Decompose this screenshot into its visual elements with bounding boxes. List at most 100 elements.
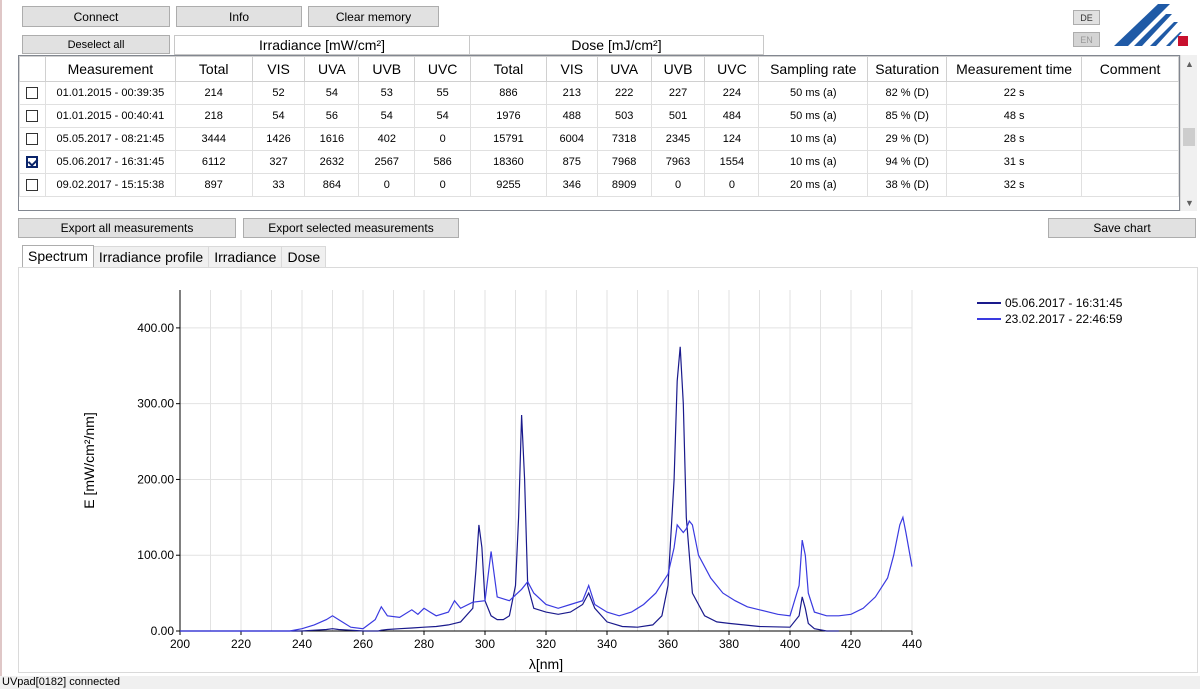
chart-tabs: Spectrum Irradiance profile Irradiance D…: [22, 245, 327, 268]
table-row[interactable]: 09.02.2017 - 15:15:38 897 33 864 0 0 9255 346 89…: [19, 173, 1179, 197]
row-checkbox[interactable]: [26, 87, 39, 100]
table-cell: 50 ms (a): [758, 104, 869, 128]
table-cell: 22 s: [946, 81, 1083, 105]
table-vertical-scrollbar[interactable]: ▲ ▼: [1180, 55, 1197, 211]
row-checkbox-cell[interactable]: [19, 150, 46, 174]
table-cell: 213: [545, 81, 598, 105]
save-chart-button[interactable]: Save chart: [1048, 218, 1196, 238]
table-cell: 7968: [596, 150, 652, 174]
table-cell: 52: [251, 81, 306, 105]
table-cell[interactable]: [1081, 81, 1179, 105]
column-header-2[interactable]: Total: [174, 56, 253, 82]
export-selected-button[interactable]: Export selected measurements: [243, 218, 459, 238]
column-header-9[interactable]: UVA: [596, 56, 652, 82]
connect-button[interactable]: Connect: [22, 6, 170, 27]
table-cell: 28 s: [946, 127, 1083, 151]
table-cell: 218: [174, 104, 253, 128]
table-cell: 94 % (D): [867, 150, 948, 174]
table-row[interactable]: 05.06.2017 - 16:31:45 6112 327 2632 2567 586 1…: [19, 150, 1179, 174]
table-cell: 586: [414, 150, 472, 174]
x-tick-label: 400: [780, 637, 800, 651]
table-cell: 01.01.2015 - 00:39:35: [44, 81, 176, 105]
table-cell: 05.05.2017 - 08:21:45: [44, 127, 176, 151]
scroll-up-icon[interactable]: ▲: [1181, 55, 1198, 72]
column-header-3[interactable]: VIS: [251, 56, 306, 82]
table-cell: 8909: [596, 173, 652, 197]
tab-irradiance[interactable]: Irradiance: [208, 246, 283, 268]
table-cell: 6004: [545, 127, 598, 151]
table-cell: 488: [545, 104, 598, 128]
table-cell: 09.02.2017 - 15:15:38: [44, 173, 176, 197]
row-checkbox-cell[interactable]: [19, 81, 46, 105]
tab-irradiance-profile[interactable]: Irradiance profile: [92, 246, 210, 268]
info-button[interactable]: Info: [176, 6, 302, 27]
table-row[interactable]: 01.01.2015 - 00:40:41 218 54 56 54 54 1976 488 5…: [19, 104, 1179, 128]
row-checkbox-cell[interactable]: [19, 104, 46, 128]
table-cell: 6112: [174, 150, 253, 174]
table-cell: 1426: [251, 127, 306, 151]
language-de-button[interactable]: DE: [1073, 10, 1100, 25]
x-tick-label: 200: [170, 637, 190, 651]
y-tick-label: 0.00: [151, 624, 175, 638]
y-tick-label: 400.00: [137, 321, 174, 335]
export-all-button[interactable]: Export all measurements: [18, 218, 236, 238]
table-cell[interactable]: [1081, 173, 1179, 197]
company-logo-icon: [1114, 4, 1188, 46]
tab-dose[interactable]: Dose: [281, 246, 327, 268]
column-header-0[interactable]: [19, 56, 46, 82]
column-header-7[interactable]: Total: [470, 56, 547, 82]
table-cell: 0: [358, 173, 416, 197]
column-header-11[interactable]: UVC: [704, 56, 760, 82]
x-tick-label: 300: [475, 637, 495, 651]
table-cell: 7318: [596, 127, 652, 151]
row-checkbox[interactable]: [26, 133, 39, 146]
chart-panel: 200 220 240 260 280 300 320 340 360 380 400 420 440 0…: [18, 267, 1198, 673]
table-cell[interactable]: [1081, 127, 1179, 151]
table-row[interactable]: 01.01.2015 - 00:39:35 214 52 54 53 55 886 213 22…: [19, 81, 1179, 105]
table-cell: 38 % (D): [867, 173, 948, 197]
x-tick-label: 320: [536, 637, 556, 651]
column-header-5[interactable]: UVB: [358, 56, 416, 82]
column-header-10[interactable]: UVB: [650, 56, 706, 82]
x-tick-label: 380: [719, 637, 739, 651]
column-header-8[interactable]: VIS: [545, 56, 598, 82]
column-header-6[interactable]: UVC: [414, 56, 472, 82]
table-cell: 20 ms (a): [758, 173, 869, 197]
deselect-all-button[interactable]: Deselect all: [22, 35, 170, 54]
table-cell: 32 s: [946, 173, 1083, 197]
column-header-1[interactable]: Measurement: [44, 56, 176, 82]
scroll-thumb[interactable]: [1183, 128, 1195, 146]
row-checkbox[interactable]: [26, 179, 39, 192]
column-header-14[interactable]: Measurement time: [946, 56, 1083, 82]
column-header-12[interactable]: Sampling rate: [758, 56, 869, 82]
row-checkbox[interactable]: [26, 156, 39, 169]
tab-spectrum[interactable]: Spectrum: [22, 245, 94, 267]
table-cell[interactable]: [1081, 104, 1179, 128]
column-header-13[interactable]: Saturation: [867, 56, 948, 82]
table-cell: 31 s: [946, 150, 1083, 174]
y-tick-label: 100.00: [137, 548, 174, 562]
table-cell: 222: [596, 81, 652, 105]
status-bar: UVpad[0182] connected: [0, 676, 1200, 689]
row-checkbox[interactable]: [26, 110, 39, 123]
scroll-down-icon[interactable]: ▼: [1181, 194, 1198, 211]
x-tick-label: 240: [292, 637, 312, 651]
table-header-row: Measurement Total VIS UVA UVB UVC Total VIS UVA U…: [19, 56, 1179, 82]
column-header-4[interactable]: UVA: [304, 56, 360, 82]
clear-memory-button[interactable]: Clear memory: [308, 6, 439, 27]
row-checkbox-cell[interactable]: [19, 127, 46, 151]
legend-label-2: 23.02.2017 - 22:46:59: [1005, 312, 1123, 326]
table-cell: 54: [414, 104, 472, 128]
table-row[interactable]: 05.05.2017 - 08:21:45 3444 1426 1616 402 0 157…: [19, 127, 1179, 151]
language-en-button[interactable]: EN: [1073, 32, 1100, 47]
table-cell[interactable]: [1081, 150, 1179, 174]
table-cell: 2632: [304, 150, 360, 174]
table-cell: 29 % (D): [867, 127, 948, 151]
window-edge: [0, 0, 2, 676]
irradiance-group-header: Irradiance [mW/cm²]: [174, 35, 470, 55]
x-tick-label: 440: [902, 637, 922, 651]
column-header-15[interactable]: Comment: [1081, 56, 1179, 82]
row-checkbox-cell[interactable]: [19, 173, 46, 197]
table-cell: 214: [174, 81, 253, 105]
table-cell: 54: [251, 104, 306, 128]
